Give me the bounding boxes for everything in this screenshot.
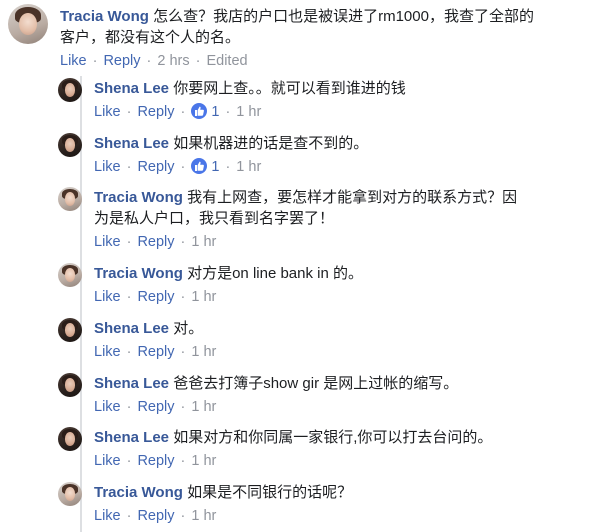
reply-text: 对。 xyxy=(173,320,204,337)
reply-button[interactable]: Reply xyxy=(137,453,174,469)
reply-text: 我有上网查，要怎样才能拿到对方的联系方式？因 xyxy=(187,189,518,206)
author-name[interactable]: Shena Lee xyxy=(94,375,169,392)
reply-text: 爸爸去打簿子show gir 是网上过帐的缩写。 xyxy=(173,375,459,392)
timestamp[interactable]: 1 hr xyxy=(191,289,216,305)
reply-button[interactable]: Reply xyxy=(103,53,140,69)
timestamp[interactable]: 1 hr xyxy=(236,104,261,120)
reply-text: 如果是不同银行的话呢？ xyxy=(187,484,353,501)
avatar[interactable] xyxy=(8,4,48,44)
timestamp[interactable]: 1 hr xyxy=(191,344,216,360)
reply-line: Shena Lee 你要网上查。。就可以看到谁进的钱 xyxy=(94,78,406,99)
reply-line: Shena Lee 如果机器进的话是查不到的。 xyxy=(94,133,368,154)
reply-actions: Like · Reply · 1 · 1 hr xyxy=(94,103,262,120)
reply-line: Shena Lee 如果对方和你同属一家银行,你可以打去台问的。 xyxy=(94,427,492,448)
reply-button[interactable]: Reply xyxy=(137,159,174,175)
reply-text: 如果机器进的话是查不到的。 xyxy=(173,135,369,152)
reply-text: 对方是on line bank in 的。 xyxy=(187,265,364,282)
comment-line-2: 客户，都没有这个人的名。 xyxy=(60,27,240,48)
reply-button[interactable]: Reply xyxy=(137,234,174,250)
comment-line-1: Tracia Wong 怎么查？我店的户口也是被误进了rm1000，我查了全部的 xyxy=(60,6,534,27)
reply-line: Shena Lee 对。 xyxy=(94,318,203,339)
reply-button[interactable]: Reply xyxy=(137,289,174,305)
author-name[interactable]: Shena Lee xyxy=(94,429,169,446)
like-button[interactable]: Like xyxy=(94,159,121,175)
reply-actions: Like · Reply · 1 hr xyxy=(94,289,217,305)
like-button[interactable]: Like xyxy=(94,344,121,360)
avatar[interactable] xyxy=(58,78,82,102)
comment-thread: Tracia Wong 怎么查？我店的户口也是被误进了rm1000，我查了全部的… xyxy=(0,0,610,532)
author-name[interactable]: Shena Lee xyxy=(94,80,169,97)
avatar[interactable] xyxy=(58,482,82,506)
comment-text-cont: 客户，都没有这个人的名。 xyxy=(60,29,241,46)
reply-button[interactable]: Reply xyxy=(137,508,174,524)
reply-button[interactable]: Reply xyxy=(137,399,174,415)
author-name[interactable]: Tracia Wong xyxy=(94,484,183,501)
like-button[interactable]: Like xyxy=(94,289,121,305)
like-button[interactable]: Like xyxy=(94,453,121,469)
avatar[interactable] xyxy=(58,373,82,397)
author-name[interactable]: Tracia Wong xyxy=(94,265,183,282)
reply-actions: Like · Reply · 1 hr xyxy=(94,344,217,360)
reply-actions: Like · Reply · 1 hr xyxy=(94,508,217,524)
like-button[interactable]: Like xyxy=(94,234,121,250)
avatar[interactable] xyxy=(58,133,82,157)
reply-actions: Like · Reply · 1 hr xyxy=(94,399,217,415)
reply-line: Tracia Wong 对方是on line bank in 的。 xyxy=(94,263,363,284)
comment-actions: Like · Reply · 2 hrs · Edited xyxy=(60,53,248,69)
reply-actions: Like · Reply · 1 hr xyxy=(94,234,217,250)
like-button[interactable]: Like xyxy=(94,104,121,120)
reply-line: Tracia Wong 如果是不同银行的话呢？ xyxy=(94,482,352,503)
timestamp[interactable]: 1 hr xyxy=(236,159,261,175)
thumbs-up-icon xyxy=(191,103,208,119)
edited-label[interactable]: Edited xyxy=(206,53,247,69)
reply-button[interactable]: Reply xyxy=(137,344,174,360)
author-name[interactable]: Shena Lee xyxy=(94,320,169,337)
avatar[interactable] xyxy=(58,263,82,287)
like-button[interactable]: Like xyxy=(60,53,87,69)
reply-text-cont: 为是私人户口，我只看到名字罢了！ xyxy=(94,210,335,227)
reaction-count[interactable]: 1 xyxy=(191,158,219,175)
timestamp[interactable]: 1 hr xyxy=(191,453,216,469)
timestamp[interactable]: 1 hr xyxy=(191,234,216,250)
reply-text: 如果对方和你同属一家银行,你可以打去台问的。 xyxy=(173,429,493,446)
timestamp[interactable]: 1 hr xyxy=(191,508,216,524)
avatar[interactable] xyxy=(58,318,82,342)
reply-line-cont: 为是私人户口，我只看到名字罢了！ xyxy=(94,208,334,229)
reply-text: 你要网上查。。就可以看到谁进的钱 xyxy=(173,80,406,97)
comment-text: 怎么查？我店的户口也是被误进了rm1000，我查了全部的 xyxy=(153,8,534,25)
author-name[interactable]: Shena Lee xyxy=(94,135,169,152)
like-button[interactable]: Like xyxy=(94,508,121,524)
timestamp[interactable]: 2 hrs xyxy=(157,53,189,69)
reply-button[interactable]: Reply xyxy=(137,104,174,120)
avatar[interactable] xyxy=(58,427,82,451)
thumbs-up-icon xyxy=(191,158,208,174)
avatar[interactable] xyxy=(58,187,82,211)
like-button[interactable]: Like xyxy=(94,399,121,415)
reply-actions: Like · Reply · 1 · 1 hr xyxy=(94,158,262,175)
timestamp[interactable]: 1 hr xyxy=(191,399,216,415)
reply-line: Shena Lee 爸爸去打簿子show gir 是网上过帐的缩写。 xyxy=(94,373,458,394)
author-name[interactable]: Tracia Wong xyxy=(94,189,183,206)
reply-actions: Like · Reply · 1 hr xyxy=(94,453,217,469)
reply-line: Tracia Wong 我有上网查，要怎样才能拿到对方的联系方式？因 xyxy=(94,187,517,208)
author-name[interactable]: Tracia Wong xyxy=(60,8,149,25)
reaction-count[interactable]: 1 xyxy=(191,103,219,120)
